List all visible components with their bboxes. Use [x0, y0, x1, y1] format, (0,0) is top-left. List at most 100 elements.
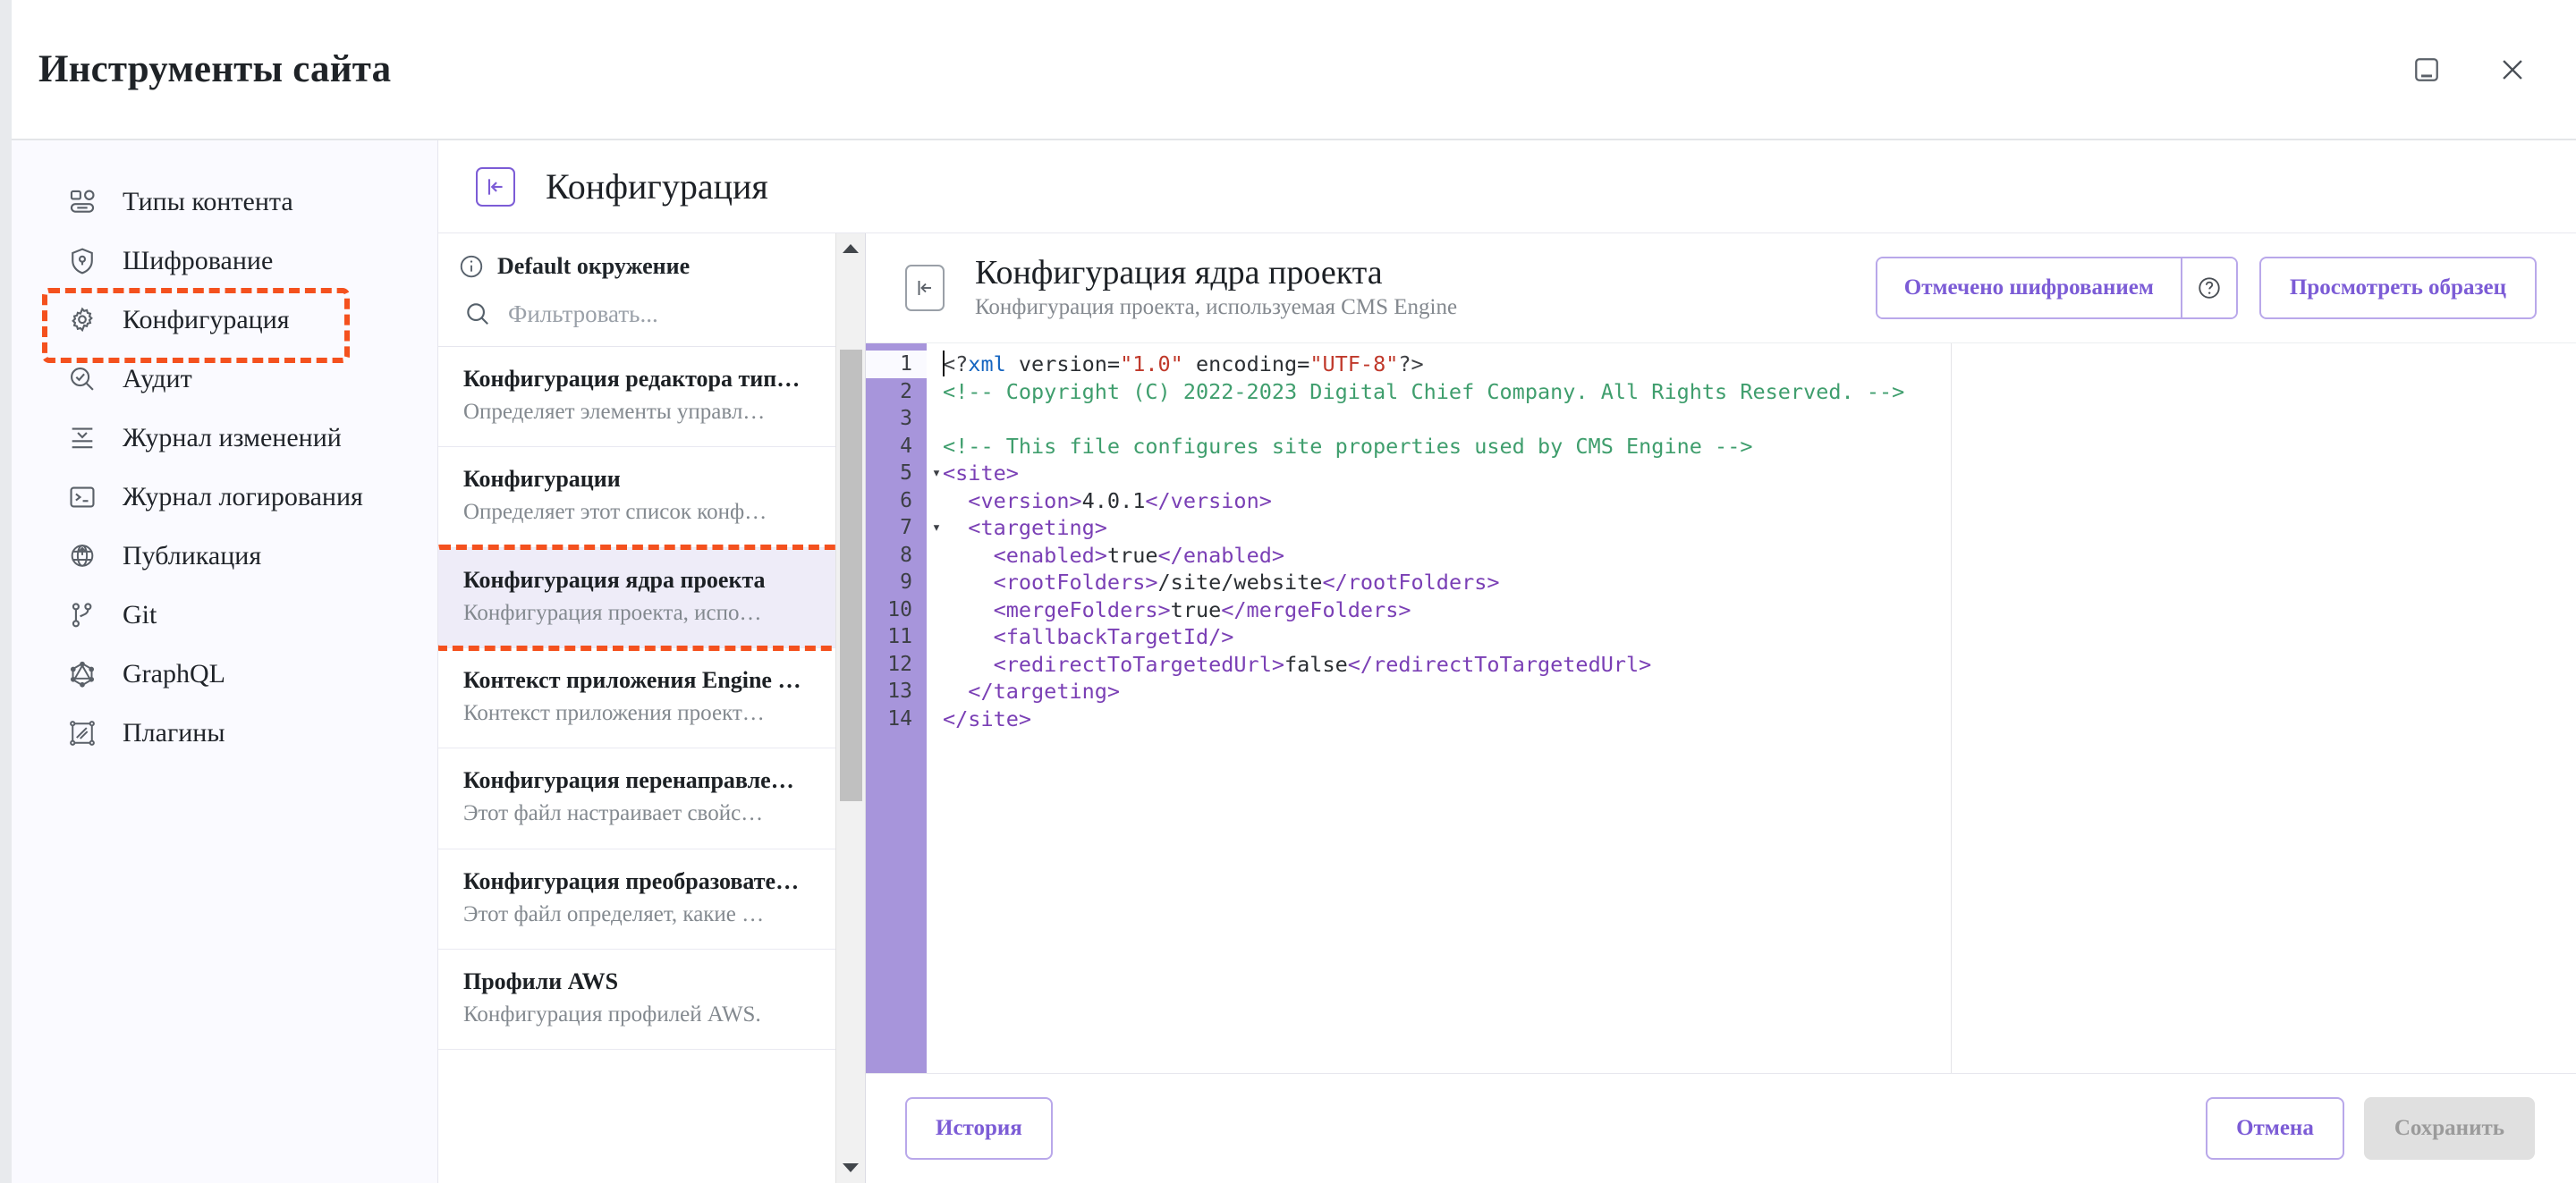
- sidebar-item-label: Шифрование: [123, 246, 274, 275]
- line-number: 4: [900, 434, 912, 458]
- environment-label: Default окружение: [497, 253, 691, 279]
- fold-marker: [927, 706, 946, 733]
- terminal-icon: [65, 480, 99, 514]
- history-button[interactable]: История: [905, 1097, 1053, 1160]
- code-line: <?xml version="1.0" encoding="UTF-8"?>: [943, 351, 1424, 376]
- code-line: <version>4.0.1</version>: [943, 487, 1272, 513]
- sidebar-item-graphql[interactable]: GraphQL: [12, 645, 437, 704]
- list-item[interactable]: Конфигурация редактора тип… Определяет э…: [438, 347, 865, 448]
- document-title-block: Конфигурация ядра проекта Конфигурация п…: [975, 255, 1458, 321]
- sidebar-item-label: Аудит: [123, 364, 192, 393]
- line-number: 8: [900, 543, 912, 567]
- chevron-up-icon[interactable]: [836, 235, 865, 262]
- filter-input[interactable]: [508, 300, 847, 328]
- code-line: <targeting>: [943, 515, 1107, 540]
- environment-row: Default окружение: [438, 233, 865, 287]
- fold-marker: [927, 405, 946, 433]
- window-body: Типы контента Шифрование Конфигурация Ау…: [12, 140, 2576, 1183]
- close-icon[interactable]: [2492, 49, 2533, 90]
- list-item-title: Профили AWS: [463, 968, 619, 995]
- list-item-title: Конфигурация ядра проекта: [463, 566, 766, 593]
- fold-marker: [927, 378, 946, 406]
- list-item[interactable]: Конфигурация преобразовате… Этот файл оп…: [438, 849, 865, 951]
- section-header: Конфигурация: [438, 140, 2576, 233]
- sidebar-item-changelog[interactable]: Журнал изменений: [12, 409, 437, 468]
- config-list[interactable]: Конфигурация редактора тип… Определяет э…: [438, 347, 865, 1183]
- line-number: 7: [900, 516, 912, 539]
- list-scrollbar[interactable]: [835, 233, 865, 1183]
- sidebar-item-label: Типы контента: [123, 187, 293, 216]
- code-scroll-region[interactable]: <?xml version="1.0" encoding="UTF-8"?> <!…: [927, 343, 2576, 1073]
- list-item[interactable]: Конфигурации Определяет этот список конф…: [438, 447, 865, 548]
- cancel-button[interactable]: Отмена: [2206, 1097, 2344, 1160]
- dock-panel-icon[interactable]: [2406, 49, 2447, 90]
- site-tools-window: Инструменты сайта Типы контента Шифрован…: [12, 0, 2576, 1183]
- sidebar-item-label: Конфигурация: [123, 305, 290, 334]
- list-scrollbar-thumb[interactable]: [840, 350, 862, 801]
- sidebar-item-logging[interactable]: Журнал логирования: [12, 468, 437, 527]
- document-subtitle: Конфигурация проекта, используемая CMS E…: [975, 295, 1458, 320]
- code-line: </targeting>: [943, 679, 1121, 704]
- code-line: <redirectToTargetedUrl>false</redirectTo…: [943, 651, 1652, 677]
- fold-marker: [927, 569, 946, 596]
- code-fold-column[interactable]: ▾ ▾: [927, 343, 946, 1073]
- page-title: Конфигурация: [546, 166, 768, 207]
- sidebar-item-encryption[interactable]: Шифрование: [12, 232, 437, 291]
- main-area: Конфигурация Default окружение Фильтрова…: [438, 140, 2576, 1183]
- list-item-selected[interactable]: Конфигурация ядра проекта Конфигурация п…: [438, 544, 865, 652]
- save-button: Сохранить: [2363, 1097, 2535, 1160]
- sidebar: Типы контента Шифрование Конфигурация Ау…: [12, 140, 438, 1183]
- list-item-title: Конфигурация преобразовате…: [463, 867, 800, 894]
- list-item-desc: Контекст приложения проект…: [463, 701, 765, 726]
- fold-marker[interactable]: ▾: [927, 460, 946, 487]
- list-item[interactable]: Контекст приложения Engine … Контекст пр…: [438, 648, 865, 749]
- config-list-panel: Default окружение Конфиг: [438, 233, 866, 1183]
- line-number: 2: [900, 379, 912, 403]
- fold-marker: [927, 623, 946, 651]
- line-number: 14: [887, 706, 912, 731]
- list-item[interactable]: Конфигурация перенаправле… Этот файл нас…: [438, 748, 865, 849]
- line-number: 12: [887, 652, 912, 676]
- sidebar-item-publishing[interactable]: Публикация: [12, 527, 437, 586]
- editor-pane: Конфигурация ядра проекта Конфигурация п…: [866, 233, 2576, 1183]
- code-editor[interactable]: 1 2 3 4 5 6 7 8 9 10 11 12 13 14 ▾ ▾ <?xml version="1.…: [866, 342, 2576, 1073]
- window-titlebar: Инструменты сайта: [12, 0, 2576, 140]
- collapse-panel-icon[interactable]: [476, 166, 515, 207]
- line-number: 9: [900, 570, 912, 594]
- plugins-icon: [65, 716, 99, 750]
- fold-marker: [927, 542, 946, 570]
- list-item-desc: Определяет элементы управл…: [463, 400, 766, 425]
- line-number: 6: [900, 488, 912, 512]
- footer-right-actions: Отмена Сохранить: [2206, 1097, 2535, 1160]
- fold-marker: [927, 651, 946, 679]
- sidebar-item-git[interactable]: Git: [12, 586, 437, 645]
- window-controls: [2406, 49, 2533, 90]
- sidebar-item-label: Журнал логирования: [123, 482, 363, 511]
- fold-marker[interactable]: ▾: [927, 514, 946, 542]
- sidebar-item-configuration[interactable]: Конфигурация: [12, 288, 437, 363]
- line-number-gutter: 1 2 3 4 5 6 7 8 9 10 11 12 13 14: [866, 343, 927, 1073]
- shield-lock-icon: [65, 244, 99, 278]
- preview-sample-button[interactable]: Просмотреть образец: [2258, 257, 2537, 319]
- question-circle-icon[interactable]: [2180, 258, 2236, 317]
- sidebar-item-label: Журнал изменений: [123, 423, 342, 452]
- line-number: 13: [887, 680, 912, 703]
- graphql-icon: [65, 657, 99, 691]
- sidebar-item-plugins[interactable]: Плагины: [12, 704, 437, 763]
- code-content[interactable]: <?xml version="1.0" encoding="UTF-8"?> <!…: [927, 351, 2576, 732]
- code-line: <mergeFolders>true</mergeFolders>: [943, 596, 1411, 622]
- collapse-panel-icon[interactable]: [905, 265, 945, 311]
- sidebar-item-audit[interactable]: Аудит: [12, 350, 437, 409]
- code-line: </site>: [943, 706, 1032, 731]
- list-item-desc: Конфигурация проекта, испо…: [463, 600, 762, 625]
- encrypted-marked-button[interactable]: Отмечено шифрованием: [1877, 258, 2181, 317]
- info-icon[interactable]: [458, 253, 485, 280]
- sidebar-item-content-types[interactable]: Типы контента: [12, 173, 437, 232]
- changelog-icon: [65, 421, 99, 455]
- list-item[interactable]: Профили AWS Конфигурация профилей AWS.: [438, 950, 865, 1051]
- gear-icon: [65, 303, 99, 337]
- search-icon: [463, 300, 492, 328]
- filter-row: [438, 287, 865, 347]
- chevron-down-icon[interactable]: [836, 1154, 865, 1181]
